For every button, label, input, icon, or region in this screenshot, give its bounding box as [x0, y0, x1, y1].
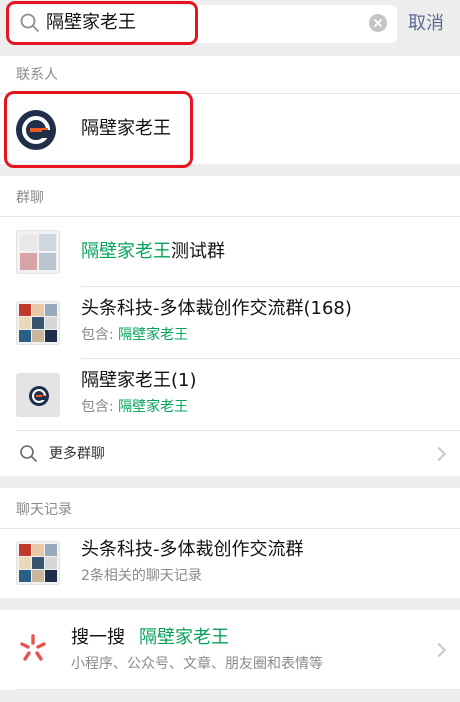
divider [16, 689, 460, 690]
souyisou-title: 搜一搜 隔壁家老王 [71, 627, 229, 648]
more-groups-link[interactable]: 更多群聊 [0, 432, 460, 476]
group-avatar [16, 541, 60, 585]
chevron-right-icon [431, 642, 447, 658]
group-name: 头条科技-多体裁创作交流群(168) [81, 298, 352, 319]
group-name-rest: 测试群 [171, 241, 225, 262]
chat-records-section: 聊天记录 头条科技-多体裁创作交流群 2条相关的聊天记录 [0, 488, 460, 598]
search-icon [20, 445, 37, 462]
group-row[interactable]: 隔壁家老王(1) 包含: 隔壁家老王 [0, 359, 460, 431]
annotation-highlight-box [4, 91, 193, 168]
chat-record-row[interactable]: 头条科技-多体裁创作交流群 2条相关的聊天记录 [0, 529, 460, 598]
group-avatar [16, 373, 60, 417]
group-row[interactable]: 隔壁家老王测试群 [0, 217, 460, 287]
annotation-highlight-box [6, 1, 198, 45]
highlight-text: 隔壁家老王 [81, 241, 171, 262]
chat-record-title: 头条科技-多体裁创作交流群 [81, 539, 304, 560]
group-member-match: 包含: 隔壁家老王 [81, 327, 189, 343]
souyisou-section[interactable]: 搜一搜 隔壁家老王 小程序、公众号、文章、朋友圈和表情等 [0, 610, 460, 690]
section-title-chat-records: 聊天记录 [16, 502, 72, 518]
more-groups-label: 更多群聊 [49, 446, 105, 462]
group-name: 隔壁家老王(1) [81, 370, 197, 391]
chevron-right-icon [431, 446, 447, 462]
divider [16, 430, 460, 431]
souyisou-subtitle: 小程序、公众号、文章、朋友圈和表情等 [71, 656, 323, 672]
groups-section: 群聊 隔壁家老王测试群 头条科技-多体裁创作交流群(168) 包含: 隔壁家老王… [0, 176, 460, 476]
group-row[interactable]: 头条科技-多体裁创作交流群(168) 包含: 隔壁家老王 [0, 287, 460, 359]
section-title-contacts: 联系人 [16, 67, 58, 83]
clear-icon[interactable] [369, 14, 387, 32]
group-name: 隔壁家老王测试群 [81, 239, 225, 265]
souyisou-icon [20, 634, 46, 661]
group-member-match: 包含: 隔壁家老王 [81, 399, 189, 415]
search-bar: 隔壁家老王 取消 [0, 0, 460, 50]
group-avatar [16, 301, 60, 345]
section-title-groups: 群聊 [16, 190, 44, 206]
chat-record-count: 2条相关的聊天记录 [81, 568, 202, 584]
cancel-button[interactable]: 取消 [408, 11, 444, 37]
group-avatar [16, 230, 60, 274]
logo-icon [29, 386, 49, 406]
